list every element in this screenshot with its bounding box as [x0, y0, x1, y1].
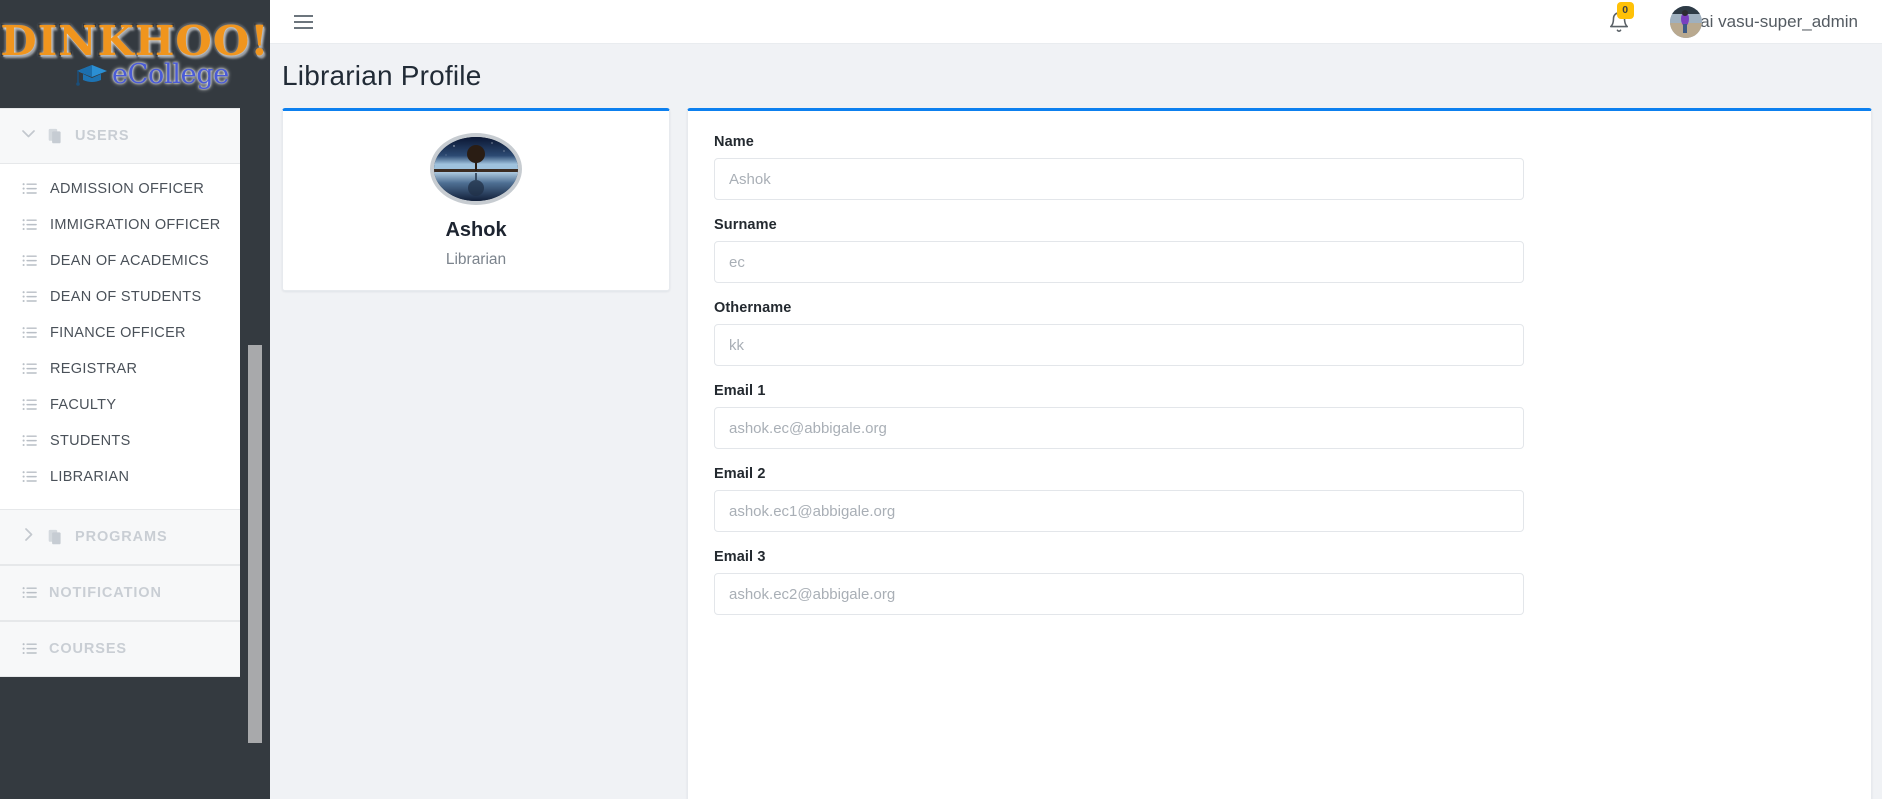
- field-email-1: Email 1: [714, 383, 1845, 449]
- sidebar-item-label: COURSES: [49, 641, 128, 657]
- sidebar-item-registrar[interactable]: REGISTRAR: [0, 351, 240, 387]
- list-icon: [22, 183, 37, 195]
- sidebar-item-label: FINANCE OFFICER: [50, 325, 186, 341]
- field-othername: Othername: [714, 300, 1845, 366]
- sidebar-group-label: PROGRAMS: [75, 529, 168, 545]
- name-input[interactable]: [714, 158, 1524, 200]
- profile-form: Name Surname Othername Email 1 Email 2 Email …: [714, 134, 1845, 615]
- sidebar-scrollbar-track[interactable]: [248, 108, 262, 799]
- content-area: Ashok Librarian Name Surname Othername Emai…: [270, 108, 1882, 799]
- list-icon: [22, 435, 37, 447]
- sidebar-item-notification[interactable]: NOTIFICATION: [0, 565, 240, 621]
- chevron-right-icon: [25, 528, 33, 541]
- profile-name: Ashok: [445, 219, 507, 241]
- profile-role: Librarian: [445, 251, 507, 268]
- sidebar-item-label: ADMISSION OFFICER: [50, 181, 205, 197]
- hamburger-icon[interactable]: [288, 7, 318, 37]
- sidebar-item-courses[interactable]: COURSES: [0, 621, 240, 677]
- top-bar: 0 sai vasu-super_admin: [270, 0, 1882, 44]
- list-icon: [22, 255, 37, 267]
- profile-photo-image: [434, 137, 518, 201]
- field-email-2: Email 2: [714, 466, 1845, 532]
- sidebar-item-label: FACULTY: [50, 397, 117, 413]
- sidebar-item-label: STUDENTS: [50, 433, 131, 449]
- sidebar-item-label: IMMIGRATION OFFICER: [50, 217, 221, 233]
- sidebar-item-finance-officer[interactable]: FINANCE OFFICER: [0, 315, 240, 351]
- field-label-othername: Othername: [714, 300, 792, 316]
- sidebar-group-users[interactable]: USERS: [0, 108, 240, 164]
- chevron-right-icon-wrap: [22, 528, 36, 546]
- graduation-cap-icon: [76, 65, 107, 86]
- field-name: Name: [714, 134, 1845, 200]
- user-menu[interactable]: sai vasu-super_admin: [1669, 5, 1858, 38]
- user-name-label: sai vasu-super_admin: [1691, 11, 1858, 31]
- field-surname: Surname: [714, 217, 1845, 283]
- sidebar-item-admission-officer[interactable]: ADMISSION OFFICER: [0, 171, 240, 207]
- profile-form-card: Name Surname Othername Email 1 Email 2 Email …: [687, 108, 1872, 799]
- notification-badge: 0: [1616, 1, 1634, 19]
- chevron-down-icon-wrap: [22, 127, 36, 145]
- field-email-3: Email 3: [714, 549, 1845, 615]
- sidebar-group-programs[interactable]: PROGRAMS: [0, 509, 240, 565]
- field-label-name: Name: [714, 134, 754, 150]
- list-icon: [22, 219, 37, 231]
- sidebar: DINKHOO! eCollege USERS ADMISSION OFFICER…: [0, 0, 270, 799]
- brand-logo[interactable]: DINKHOO! eCollege: [0, 0, 270, 108]
- sidebar-item-label: DEAN OF STUDENTS: [50, 289, 202, 305]
- avatar: [1669, 5, 1702, 38]
- list-icon: [22, 327, 37, 339]
- list-icon: [22, 471, 37, 483]
- list-icon: [22, 363, 37, 375]
- field-label-email-1: Email 1: [714, 383, 766, 399]
- field-label-surname: Surname: [714, 217, 777, 233]
- sidebar-item-immigration-officer[interactable]: IMMIGRATION OFFICER: [0, 207, 240, 243]
- documents-icon: [48, 128, 61, 143]
- surname-input[interactable]: [714, 241, 1524, 283]
- notifications-button[interactable]: 0: [1608, 1, 1634, 33]
- field-label-email-2: Email 2: [714, 466, 766, 482]
- page-title-bar: Librarian Profile: [270, 44, 1882, 108]
- sidebar-nav: USERS ADMISSION OFFICER IMMIGRATION OFFICE…: [0, 108, 270, 799]
- sidebar-item-label: DEAN OF ACADEMICS: [50, 253, 209, 269]
- list-icon: [22, 291, 37, 303]
- documents-icon: [48, 529, 61, 544]
- list-icon: [22, 643, 37, 655]
- email-1-input[interactable]: [714, 407, 1524, 449]
- othername-input[interactable]: [714, 324, 1524, 366]
- sidebar-item-label: NOTIFICATION: [49, 585, 162, 601]
- list-icon: [22, 399, 37, 411]
- sidebar-item-label: LIBRARIAN: [50, 469, 130, 485]
- page-title: Librarian Profile: [282, 60, 482, 91]
- profile-summary-card: Ashok Librarian: [282, 108, 670, 291]
- sidebar-submenu-users: ADMISSION OFFICER IMMIGRATION OFFICER DEAN…: [0, 164, 240, 509]
- app-root: DINKHOO! eCollege USERS ADMISSION OFFICER…: [0, 0, 1882, 799]
- sidebar-item-librarian[interactable]: LIBRARIAN: [0, 459, 240, 495]
- email-3-input[interactable]: [714, 573, 1524, 615]
- main-area: 0 sai vasu-super_admin Librarian Profile…: [270, 0, 1882, 799]
- user-avatar-image: [1669, 5, 1702, 38]
- brand-wordmark: DINKHOO!: [0, 16, 270, 65]
- field-label-email-3: Email 3: [714, 549, 766, 565]
- sidebar-item-dean-of-students[interactable]: DEAN OF STUDENTS: [0, 279, 240, 315]
- list-icon: [22, 587, 37, 599]
- sidebar-item-label: REGISTRAR: [50, 361, 138, 377]
- sidebar-item-students[interactable]: STUDENTS: [0, 423, 240, 459]
- profile-avatar: [430, 133, 522, 205]
- sidebar-scrollbar-thumb[interactable]: [248, 345, 262, 743]
- sidebar-group-label: USERS: [75, 128, 130, 144]
- sidebar-item-dean-of-academics[interactable]: DEAN OF ACADEMICS: [0, 243, 240, 279]
- sidebar-item-faculty[interactable]: FACULTY: [0, 387, 240, 423]
- email-2-input[interactable]: [714, 490, 1524, 532]
- chevron-down-icon: [22, 130, 35, 138]
